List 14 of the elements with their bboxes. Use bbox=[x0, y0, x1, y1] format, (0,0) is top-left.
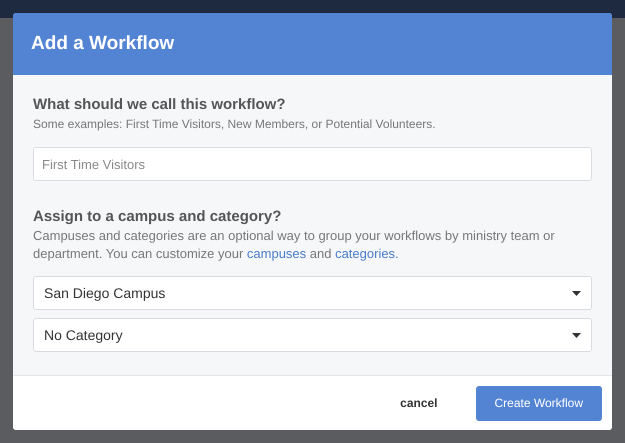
section-heading: What should we call this workflow? bbox=[33, 95, 287, 115]
section-heading: Assign to a campus and category? bbox=[33, 207, 282, 227]
dropdown-select[interactable]: San Diego Campus bbox=[33, 276, 592, 310]
create-workflow-button[interactable]: Create Workflow bbox=[476, 386, 602, 420]
link[interactable]: campuses bbox=[246, 246, 306, 261]
dropdown-select[interactable]: No Category bbox=[33, 318, 592, 352]
description-text: Campuses and categories are an optional way to group your workflows by ministry team or department. You can customize your campuses and categories. bbox=[33, 227, 556, 263]
caret-icon bbox=[572, 290, 581, 296]
dialog-title: Add a Workflow bbox=[31, 32, 174, 56]
hint-text: Some examples: First Time Visitors, New Members, or Potential Volunteers. bbox=[33, 116, 437, 133]
cancel-button[interactable]: cancel bbox=[386, 386, 452, 420]
caret-icon bbox=[572, 332, 581, 338]
workflow-name-field[interactable]: First Time Visitors bbox=[33, 147, 592, 181]
link[interactable]: categories. bbox=[335, 246, 399, 261]
